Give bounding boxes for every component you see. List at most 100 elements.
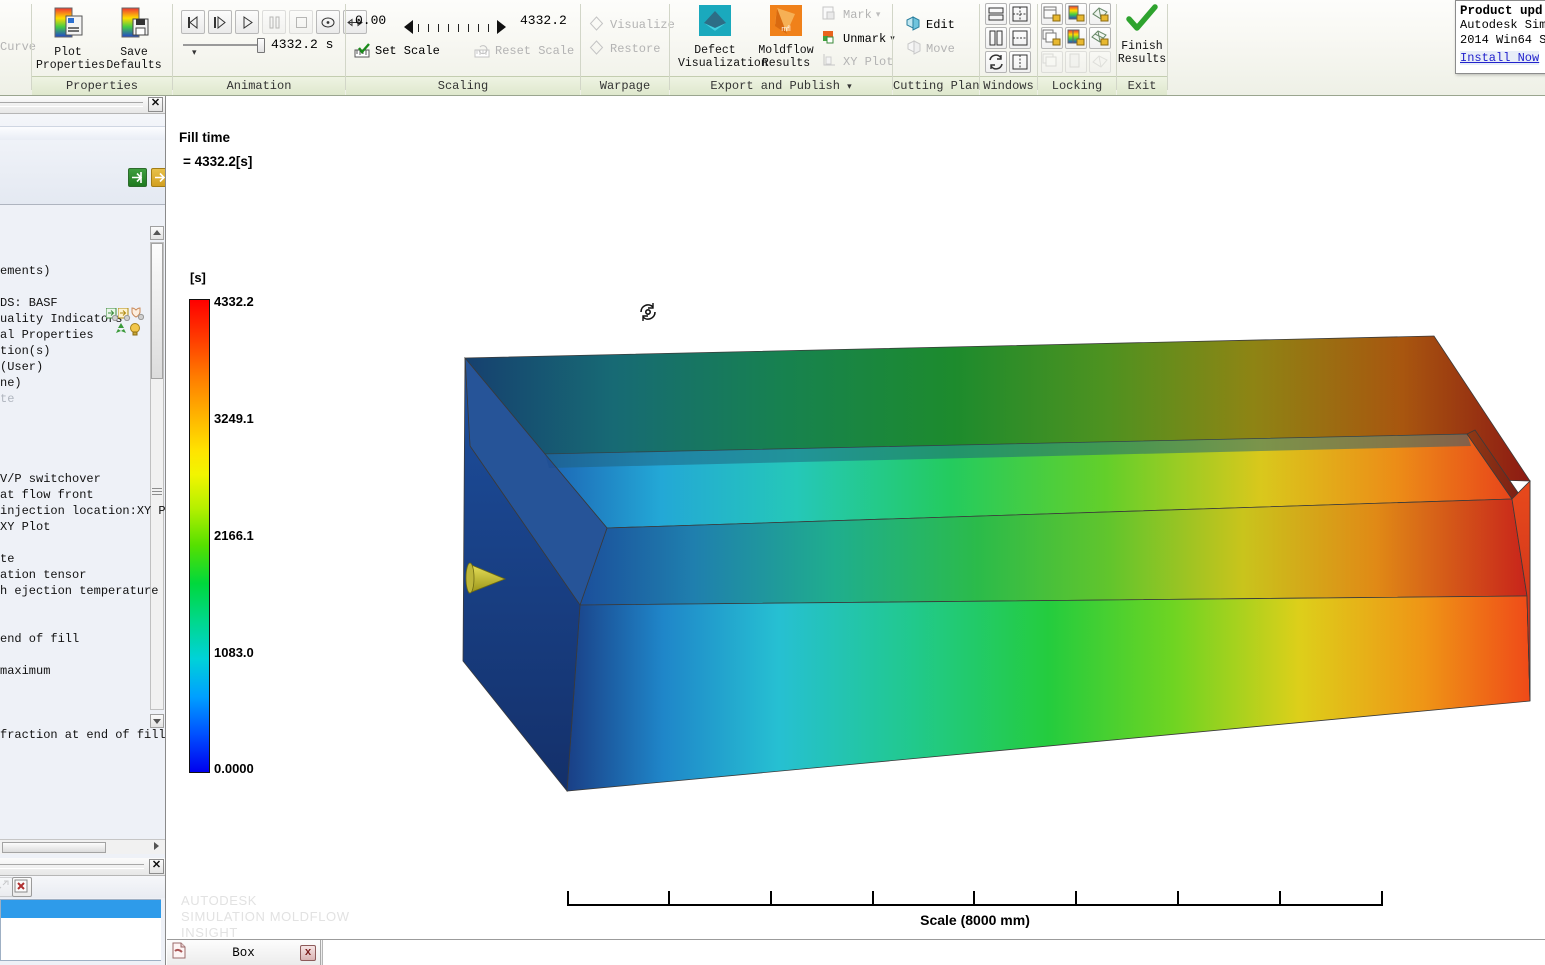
lower-panel-toolbar: [0, 876, 165, 898]
tree-status-recycle-icon: [114, 322, 127, 335]
tree-scroll-down-button[interactable]: [150, 714, 164, 728]
unmark-label: Unmark: [843, 31, 887, 46]
scale-range-right-handle[interactable]: [497, 20, 506, 34]
lower-panel-list[interactable]: [0, 899, 161, 961]
tree-hscroll-right-arrow[interactable]: [150, 840, 164, 853]
unlock-mesh-icon[interactable]: [1089, 51, 1111, 73]
split-horizontal-icon[interactable]: [1009, 27, 1031, 49]
lock-all-views-icon[interactable]: [1041, 27, 1063, 49]
list-item[interactable]: ne): [0, 376, 22, 390]
close-icon[interactable]: ✕: [148, 97, 163, 112]
import-study-icon[interactable]: [128, 168, 147, 187]
list-item[interactable]: at flow front: [0, 488, 94, 502]
split-vertical-icon[interactable]: [1009, 51, 1031, 73]
mark-button[interactable]: Mark ▾: [822, 6, 880, 23]
lock-all-mesh-icon[interactable]: [1089, 27, 1111, 49]
set-scale-button[interactable]: Set Scale: [354, 42, 440, 59]
moldflow-results-button[interactable]: mfl Moldflow Results: [752, 2, 820, 70]
tree-vertical-scrollbar[interactable]: [150, 242, 164, 710]
install-now-link[interactable]: Install Now: [1460, 51, 1540, 65]
animation-slider-handle[interactable]: [257, 38, 265, 53]
lock-view-icon[interactable]: [1041, 3, 1063, 25]
list-item[interactable]: end of fill: [0, 632, 79, 646]
product-update-title: Product upd: [1460, 4, 1543, 18]
lock-all-legends-icon[interactable]: [1065, 27, 1087, 49]
cutting-plane-move-button[interactable]: Move: [905, 40, 955, 57]
pause-button[interactable]: [262, 10, 286, 34]
ribbon-group-label-scaling: Scaling: [346, 76, 580, 95]
panel-drag-grip[interactable]: [0, 102, 143, 107]
cutting-plane-edit-button[interactable]: Edit: [905, 16, 955, 33]
list-item[interactable]: ation tensor: [0, 568, 86, 582]
reset-scale-label: Reset Scale: [495, 43, 575, 58]
lock-mesh-icon[interactable]: [1089, 3, 1111, 25]
list-item[interactable]: V/P switchover: [0, 472, 101, 486]
scale-min-value: 0.00: [355, 13, 387, 28]
scale-max-value: 4332.2: [520, 13, 567, 28]
loop-button[interactable]: [316, 10, 340, 34]
refresh-windows-icon[interactable]: [985, 51, 1007, 73]
tree-horizontal-scrollbar[interactable]: [0, 839, 165, 854]
scale-range-slider[interactable]: [404, 14, 506, 38]
list-item[interactable]: injection location:XY Pl: [0, 504, 165, 518]
defect-visualization-button[interactable]: Defect Visualization: [678, 2, 768, 70]
tree-hscroll-thumb[interactable]: [2, 842, 106, 853]
watermark-line-3: INSIGHT: [181, 925, 238, 939]
lower-panel-close-icon[interactable]: ✕: [149, 859, 164, 874]
list-item[interactable]: uality Indicators: [0, 312, 122, 326]
lower-panel-drag-grip[interactable]: [0, 864, 144, 869]
tree-scroll-up-button[interactable]: [150, 226, 164, 240]
animation-slider-track[interactable]: [183, 44, 261, 46]
reset-scale-button[interactable]: Reset Scale: [474, 42, 574, 59]
cutting-plane-move-icon: [905, 40, 922, 57]
scale-range-left-handle[interactable]: [404, 20, 413, 34]
list-item[interactable]: fraction at end of fill: [0, 728, 165, 742]
play-button[interactable]: [235, 10, 259, 34]
tree-status-bulb-icon: [128, 322, 141, 336]
ribbon-group-label-locking: Locking: [1038, 76, 1116, 95]
delete-icon[interactable]: [12, 877, 32, 897]
defect-visualization-icon: [678, 4, 752, 42]
visualize-button[interactable]: Visualize: [589, 16, 675, 33]
xy-plot-button[interactable]: XY Plot: [822, 53, 893, 70]
tile-grid-icon[interactable]: [1009, 3, 1031, 25]
list-item[interactable]: tion(s): [0, 344, 50, 358]
mold-part-3d-model[interactable]: [167, 96, 1545, 939]
close-icon[interactable]: x: [300, 944, 316, 961]
unlock-legend-icon[interactable]: [1065, 51, 1087, 73]
ribbon-group-label-export-and-publish: Export and Publish ▾: [670, 76, 892, 95]
mark-chevron-down-icon[interactable]: ▾: [876, 10, 881, 20]
stop-button[interactable]: [289, 10, 313, 34]
list-item[interactable]: h ejection temperature: [0, 584, 158, 598]
finish-results-button[interactable]: Finish Results: [1111, 2, 1173, 66]
tile-horizontal-icon[interactable]: [985, 3, 1007, 25]
list-item[interactable]: te: [0, 392, 14, 406]
cutting-plane-edit-label: Edit: [926, 17, 955, 32]
unlock-views-icon[interactable]: [1041, 51, 1063, 73]
step-forward-button[interactable]: [208, 10, 232, 34]
list-item[interactable]: al Properties: [0, 328, 94, 342]
save-defaults-button[interactable]: Save Defaults: [102, 4, 166, 72]
lock-legend-icon[interactable]: [1065, 3, 1087, 25]
list-item[interactable]: maximum: [0, 664, 50, 678]
export-study-icon[interactable]: [151, 168, 165, 187]
list-item[interactable]: (User): [0, 360, 43, 374]
autodesk-watermark: AUTODESK SIMULATION MOLDFLOW INSIGHT: [181, 893, 350, 939]
list-item[interactable]: te: [0, 552, 14, 566]
list-item-selected[interactable]: [1, 900, 161, 918]
tile-vertical-icon[interactable]: [985, 27, 1007, 49]
plot-properties-button[interactable]: Plot Properties: [36, 4, 105, 72]
plot-properties-icon: [36, 6, 100, 44]
step-back-button[interactable]: [181, 10, 205, 34]
list-item[interactable]: ements): [0, 264, 50, 278]
3d-viewport[interactable]: Fill time = 4332.2[s] [s] 4332.2 3249.1 …: [167, 96, 1545, 939]
tree-scroll-thumb[interactable]: [151, 243, 163, 379]
study-tasks-titlebar: ✕: [0, 96, 165, 114]
document-tab-box[interactable]: Box x: [167, 940, 321, 965]
restore-button[interactable]: Restore: [589, 40, 660, 57]
list-item[interactable]: DS: BASF: [0, 296, 58, 310]
export-publish-chevron-down-icon[interactable]: ▾: [847, 82, 852, 92]
study-tree[interactable]: ements) DS: BASF uality Indicators al Pr…: [0, 224, 165, 854]
list-item[interactable]: XY Plot: [0, 520, 50, 534]
unmark-button[interactable]: Unmark ▾: [822, 30, 895, 47]
